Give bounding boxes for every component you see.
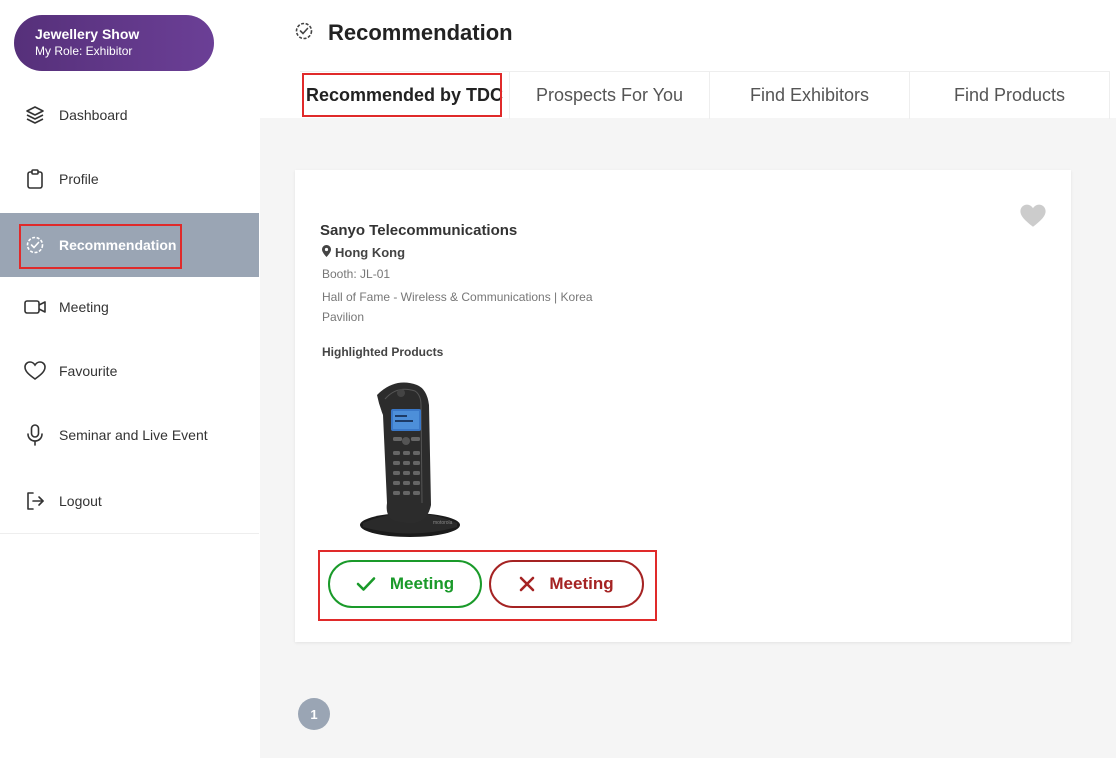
- sidebar-item-label: Favourite: [59, 363, 118, 379]
- highlight-box-meeting-buttons: [318, 550, 657, 621]
- sidebar-item-label: Profile: [59, 171, 99, 187]
- location-pin-icon: [322, 245, 331, 260]
- tab-prospects-for-you[interactable]: Prospects For You: [510, 72, 710, 119]
- show-selector[interactable]: Jewellery Show My Role: Exhibitor: [14, 15, 214, 71]
- layers-icon: [24, 104, 46, 126]
- video-camera-icon: [24, 296, 46, 318]
- sidebar-item-logout[interactable]: Logout: [0, 469, 259, 533]
- microphone-icon: [24, 424, 46, 446]
- page-title: Recommendation: [294, 20, 513, 46]
- sidebar-item-label: Logout: [59, 493, 102, 509]
- booth-number: Booth: JL-01: [322, 267, 391, 281]
- tab-find-products[interactable]: Find Products: [910, 72, 1110, 119]
- company-name[interactable]: Sanyo Telecommunications: [320, 222, 517, 239]
- sidebar-item-favourite[interactable]: Favourite: [0, 339, 259, 403]
- logout-icon: [24, 490, 46, 512]
- page-title-text: Recommendation: [328, 20, 513, 45]
- sidebar-item-dashboard[interactable]: Dashboard: [0, 83, 259, 147]
- gear-badge-icon: [294, 21, 314, 46]
- sidebar-item-seminar[interactable]: Seminar and Live Event: [0, 403, 259, 467]
- sidebar-item-label: Dashboard: [59, 107, 128, 123]
- highlight-box-tab: [302, 73, 502, 117]
- sidebar-item-profile[interactable]: Profile: [0, 147, 259, 211]
- svg-text:motorola: motorola: [433, 520, 453, 526]
- highlight-box-recommendation: [19, 224, 182, 269]
- clipboard-icon: [24, 168, 46, 190]
- tab-find-exhibitors[interactable]: Find Exhibitors: [710, 72, 910, 119]
- company-location: Hong Kong: [322, 245, 405, 260]
- user-role: My Role: Exhibitor: [35, 44, 133, 58]
- favourite-heart-icon[interactable]: [1019, 204, 1047, 233]
- pagination-page-1[interactable]: 1: [298, 698, 330, 730]
- product-image-cordless-phone[interactable]: motorola: [355, 375, 465, 540]
- sidebar-item-label: Meeting: [59, 299, 109, 315]
- highlighted-products-title: Highlighted Products: [322, 345, 444, 359]
- location-text: Hong Kong: [335, 245, 406, 260]
- sidebar-item-label: Seminar and Live Event: [59, 427, 208, 443]
- sidebar-item-meeting[interactable]: Meeting: [0, 275, 259, 339]
- heart-icon: [24, 360, 46, 382]
- show-name: Jewellery Show: [35, 26, 140, 42]
- hall-name: Hall of Fame - Wireless & Communications…: [322, 290, 593, 324]
